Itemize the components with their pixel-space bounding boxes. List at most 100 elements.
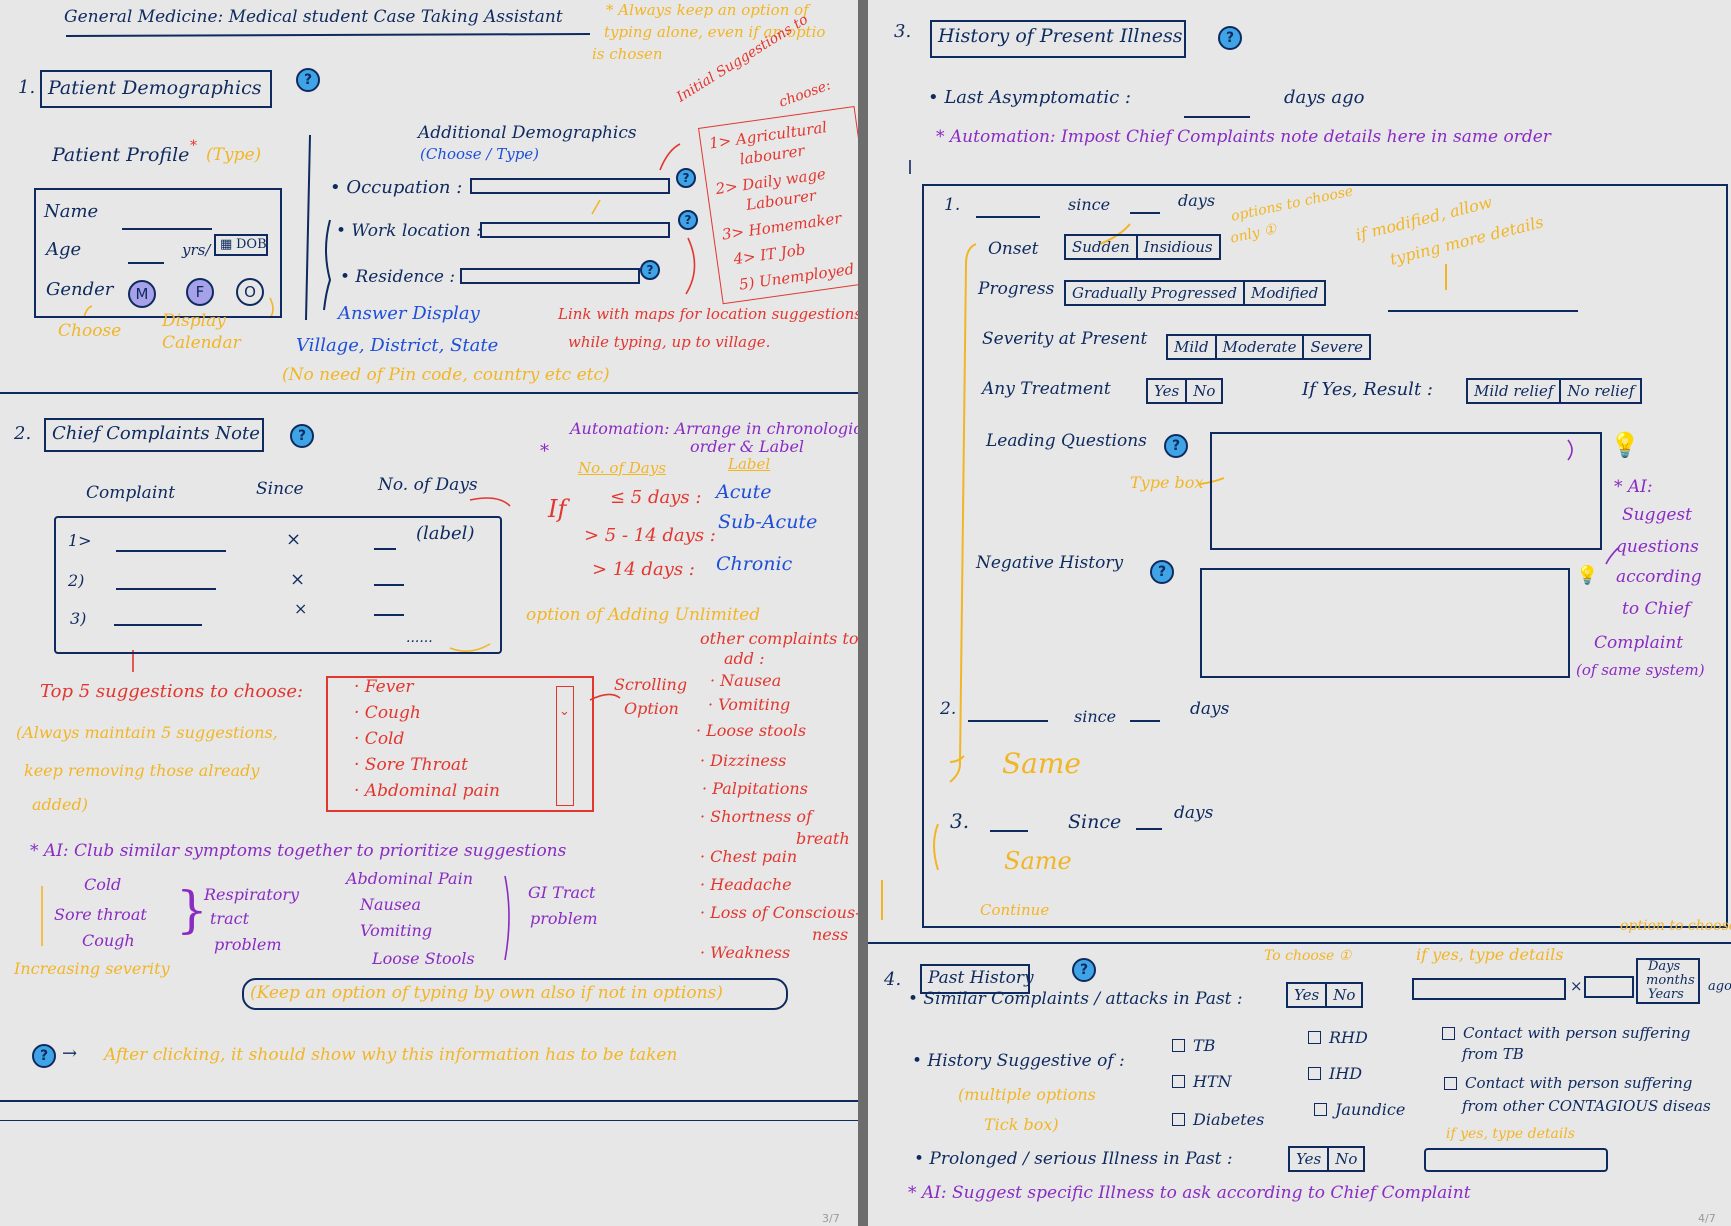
- prolonged-details-input[interactable]: [1424, 1148, 1608, 1172]
- profile-asterisk: *: [190, 138, 197, 154]
- maps-note-line1: Link with maps for location suggestions: [558, 305, 858, 323]
- severity-moderate[interactable]: Moderate: [1217, 336, 1305, 358]
- duration-years[interactable]: Years: [1648, 987, 1684, 1003]
- complaint3-name-input[interactable]: [990, 830, 1028, 832]
- checkbox-jaundice[interactable]: Jaundice: [1314, 1100, 1405, 1119]
- occupation-suggestion-5[interactable]: 5) Unemployed: [738, 260, 855, 294]
- checkbox-tb[interactable]: TB: [1172, 1036, 1215, 1055]
- age-input[interactable]: [128, 262, 164, 264]
- other-complaint-4[interactable]: · Dizziness: [700, 751, 786, 770]
- other-complaint-5[interactable]: · Palpitations: [702, 779, 808, 798]
- similar-details-input[interactable]: [1412, 978, 1566, 1000]
- top5-item-3[interactable]: · Cold: [354, 729, 404, 750]
- section4-help-icon[interactable]: ?: [1072, 958, 1096, 982]
- scroll-down-icon[interactable]: ⌄: [559, 704, 570, 720]
- checkbox-contact-other-box[interactable]: [1444, 1076, 1457, 1090]
- row2-complaint-input[interactable]: [116, 588, 216, 590]
- complaint2-number: 2.: [940, 699, 957, 719]
- checkbox-htn[interactable]: HTN: [1172, 1072, 1232, 1091]
- similar-yes[interactable]: Yes: [1288, 984, 1328, 1006]
- auto-col-days: No. of Days: [578, 459, 666, 477]
- severity-severe[interactable]: Severe: [1304, 336, 1369, 358]
- top5-item-5[interactable]: · Abdominal pain: [354, 781, 500, 802]
- row3-days-input[interactable]: [374, 614, 404, 616]
- occupation-input[interactable]: [470, 178, 670, 194]
- row3-since: ×: [294, 599, 308, 618]
- severity-mild[interactable]: Mild: [1168, 336, 1217, 358]
- gender-option-m[interactable]: M: [128, 280, 156, 308]
- checkbox-contact-tb[interactable]: Contact with person suffering: [1442, 1024, 1690, 1042]
- checkbox-ihd[interactable]: IHD: [1308, 1064, 1362, 1083]
- checkbox-rhd-box[interactable]: [1308, 1031, 1321, 1044]
- checkbox-rhd[interactable]: RHD: [1308, 1028, 1368, 1047]
- top5-item-1[interactable]: · Fever: [354, 677, 414, 698]
- name-input[interactable]: [122, 228, 212, 230]
- other-complaint-9[interactable]: · Loss of Conscious-: [700, 903, 858, 922]
- section2-help-icon[interactable]: ?: [290, 424, 314, 448]
- progress-gradual[interactable]: Gradually Progressed: [1066, 282, 1245, 304]
- other-complaint-3[interactable]: · Loose stools: [696, 721, 806, 740]
- other-complaint-7[interactable]: · Chest pain: [700, 847, 797, 866]
- result-no-relief[interactable]: No relief: [1561, 380, 1640, 402]
- checkbox-tb-box[interactable]: [1172, 1039, 1185, 1052]
- row3-complaint-input[interactable]: [114, 624, 202, 626]
- work-location-help-icon[interactable]: ?: [678, 210, 698, 230]
- prolonged-yes[interactable]: Yes: [1290, 1148, 1330, 1170]
- checkbox-htn-box[interactable]: [1172, 1075, 1185, 1088]
- duration-selector[interactable]: Days months Years: [1636, 958, 1700, 1004]
- section1-help-icon[interactable]: ?: [296, 68, 320, 92]
- top5-item-2[interactable]: · Cough: [354, 703, 421, 724]
- negative-history-textbox[interactable]: [1200, 568, 1570, 678]
- last-asymptomatic-input[interactable]: [1184, 116, 1250, 118]
- notes-page-3: General Medicine: Medical student Case T…: [0, 0, 858, 1226]
- leading-questions-textbox[interactable]: [1210, 432, 1602, 550]
- gender-option-f[interactable]: F: [186, 278, 214, 306]
- residence-input[interactable]: [460, 268, 640, 284]
- row1-days-input[interactable]: [374, 548, 396, 550]
- checkbox-contact-other[interactable]: Contact with person suffering: [1444, 1074, 1692, 1092]
- complaint2-days-input[interactable]: [1130, 720, 1160, 722]
- leading-questions-label: Leading Questions: [986, 431, 1147, 451]
- gender-option-o[interactable]: O: [236, 278, 264, 306]
- progress-details-input[interactable]: [1388, 310, 1578, 312]
- checkbox-contact-tb-box[interactable]: [1442, 1026, 1455, 1040]
- complaint1-days-input[interactable]: [1130, 212, 1160, 214]
- suggestions-scrollbar[interactable]: ⌄: [556, 686, 574, 806]
- row2-days-input[interactable]: [374, 584, 404, 586]
- other-complaint-1[interactable]: · Nausea: [710, 671, 781, 690]
- similar-count-input[interactable]: [1584, 976, 1634, 998]
- other-complaint-10[interactable]: · Weakness: [700, 943, 790, 962]
- checkbox-jaundice-box[interactable]: [1314, 1103, 1327, 1116]
- dob-button[interactable]: ▦ DOB: [214, 234, 268, 256]
- negative-history-help-icon[interactable]: ?: [1150, 560, 1174, 584]
- onset-insidious[interactable]: Insidious: [1138, 236, 1219, 258]
- complaint2-name-input[interactable]: [968, 720, 1048, 722]
- work-location-input[interactable]: [480, 222, 670, 238]
- treatment-no[interactable]: No: [1187, 380, 1221, 402]
- section3-help-icon[interactable]: ?: [1218, 26, 1242, 50]
- progress-modified[interactable]: Modified: [1245, 282, 1324, 304]
- result-mild-relief[interactable]: Mild relief: [1468, 380, 1562, 402]
- checkbox-diabetes-box[interactable]: [1172, 1113, 1185, 1126]
- checkbox-diabetes-label: Diabetes: [1193, 1110, 1265, 1129]
- other-complaint-6[interactable]: · Shortness of: [700, 807, 812, 826]
- row1-complaint-input[interactable]: [116, 550, 226, 552]
- checkbox-ihd-box[interactable]: [1308, 1067, 1321, 1080]
- occupation-suggestion-4[interactable]: 4> IT Job: [732, 240, 807, 268]
- similar-no[interactable]: No: [1327, 984, 1361, 1006]
- leading-questions-help-icon[interactable]: ?: [1164, 434, 1188, 458]
- treatment-yes[interactable]: Yes: [1148, 380, 1188, 402]
- row1-number: 1>: [68, 531, 92, 550]
- group2-label-1: GI Tract: [528, 883, 596, 902]
- residence-help-icon[interactable]: ?: [640, 260, 660, 280]
- onset-sudden[interactable]: Sudden: [1066, 236, 1138, 258]
- occupation-help-icon[interactable]: ?: [676, 168, 696, 188]
- occupation-suggestion-3[interactable]: 3> Homemaker: [721, 209, 843, 244]
- complaint3-days-input[interactable]: [1136, 828, 1162, 830]
- complaint1-name-input[interactable]: [976, 216, 1040, 218]
- top5-item-4[interactable]: · Sore Throat: [354, 755, 468, 776]
- other-complaint-8[interactable]: · Headache: [700, 875, 792, 894]
- other-complaint-2[interactable]: · Vomiting: [708, 695, 790, 714]
- prolonged-no[interactable]: No: [1329, 1148, 1363, 1170]
- checkbox-diabetes[interactable]: Diabetes: [1172, 1110, 1264, 1129]
